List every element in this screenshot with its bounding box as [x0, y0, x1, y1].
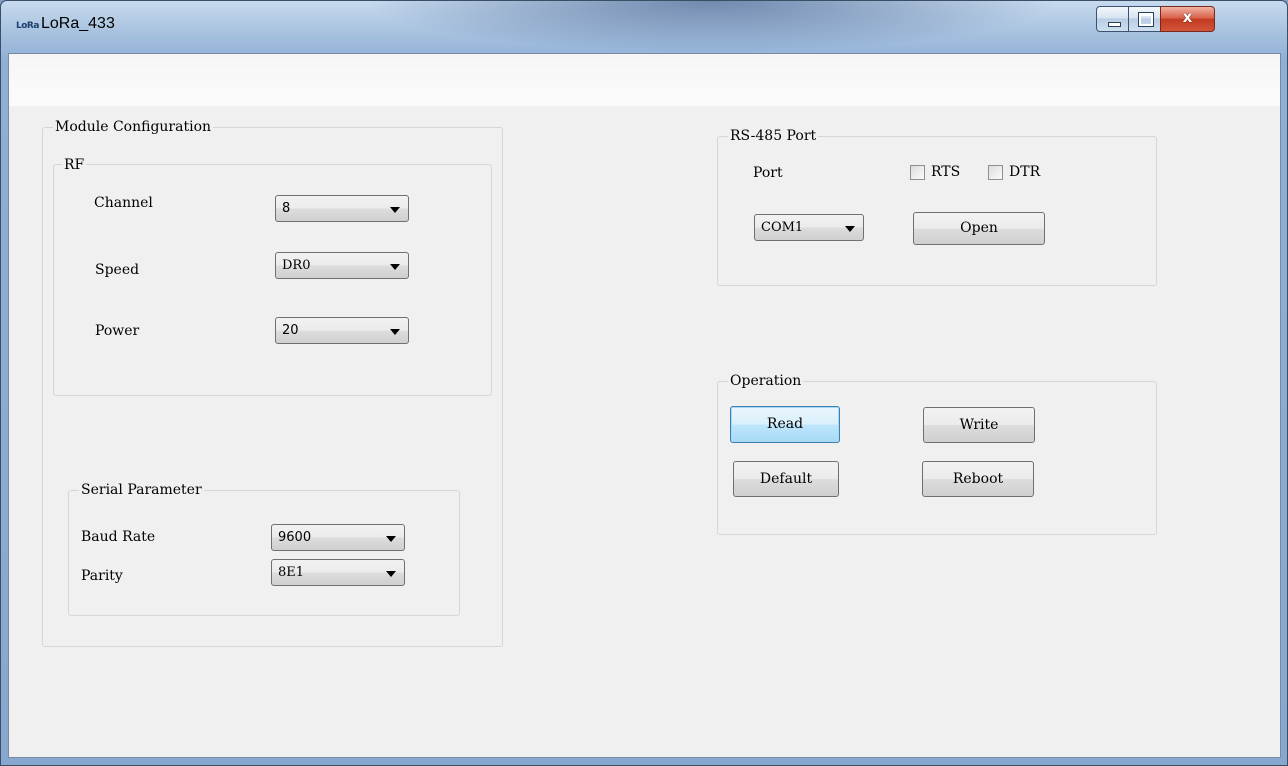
com-port-value: COM1	[761, 220, 804, 235]
baud-rate-select[interactable]: 9600	[271, 524, 405, 551]
chevron-down-icon	[390, 207, 400, 213]
speed-label: Speed	[95, 262, 140, 278]
toolbar-band	[9, 54, 1280, 106]
power-label: Power	[95, 323, 140, 339]
lora-app-icon: LoRa	[16, 21, 39, 31]
serial-parameter-group: Serial Parameter Baud Rate 9600 Parity 8…	[68, 482, 460, 616]
parity-value: 8E1	[278, 565, 305, 580]
rs485-port-legend: RS-485 Port	[728, 128, 819, 144]
close-icon: x	[1182, 8, 1193, 26]
client-area: Module Configuration RF Channel 8 Speed …	[8, 53, 1281, 758]
minimize-button[interactable]	[1096, 6, 1129, 32]
chevron-down-icon	[390, 264, 400, 270]
operation-group: Operation Read Write Default Reboot	[717, 373, 1157, 535]
baud-rate-value: 9600	[278, 530, 312, 545]
speed-select[interactable]: DR0	[275, 252, 409, 279]
app-window: LoRa LoRa_433 x Module Configuration RF …	[0, 0, 1288, 766]
close-button[interactable]: x	[1160, 6, 1215, 32]
title-bar[interactable]: LoRa LoRa_433 x	[1, 1, 1287, 53]
reboot-button[interactable]: Reboot	[922, 461, 1034, 497]
speed-value: DR0	[282, 258, 311, 273]
open-button[interactable]: Open	[913, 212, 1045, 245]
rf-group: RF Channel 8 Speed DR0 Power 20	[53, 157, 492, 396]
module-configuration-group: Module Configuration RF Channel 8 Speed …	[42, 119, 503, 647]
baud-rate-label: Baud Rate	[81, 529, 156, 545]
module-configuration-legend: Module Configuration	[53, 119, 214, 135]
serial-parameter-legend: Serial Parameter	[79, 482, 204, 498]
chevron-down-icon	[386, 571, 396, 577]
com-port-select[interactable]: COM1	[754, 214, 864, 241]
rf-legend: RF	[62, 157, 87, 173]
minimize-icon	[1108, 22, 1121, 27]
rs485-port-group: RS-485 Port Port RTS DTR COM1 Open	[717, 128, 1157, 286]
title-bar-glow	[361, 1, 1061, 53]
window-title: LoRa_433	[41, 15, 115, 32]
default-button[interactable]: Default	[733, 461, 839, 497]
dtr-label[interactable]: DTR	[1009, 164, 1040, 180]
operation-legend: Operation	[728, 373, 804, 389]
channel-label: Channel	[94, 195, 153, 211]
write-button[interactable]: Write	[923, 407, 1035, 443]
rts-label[interactable]: RTS	[931, 164, 960, 180]
channel-value: 8	[282, 201, 291, 216]
read-button[interactable]: Read	[730, 406, 840, 443]
chevron-down-icon	[386, 536, 396, 542]
rts-checkbox[interactable]	[910, 165, 925, 180]
dtr-checkbox[interactable]	[988, 165, 1003, 180]
maximize-button[interactable]	[1128, 6, 1161, 32]
port-label: Port	[753, 165, 783, 181]
chevron-down-icon	[845, 226, 855, 232]
parity-label: Parity	[81, 568, 123, 584]
power-select[interactable]: 20	[275, 317, 409, 344]
channel-select[interactable]: 8	[275, 195, 409, 222]
chevron-down-icon	[390, 329, 400, 335]
parity-select[interactable]: 8E1	[271, 559, 405, 586]
maximize-icon	[1138, 12, 1154, 27]
power-value: 20	[282, 323, 299, 338]
